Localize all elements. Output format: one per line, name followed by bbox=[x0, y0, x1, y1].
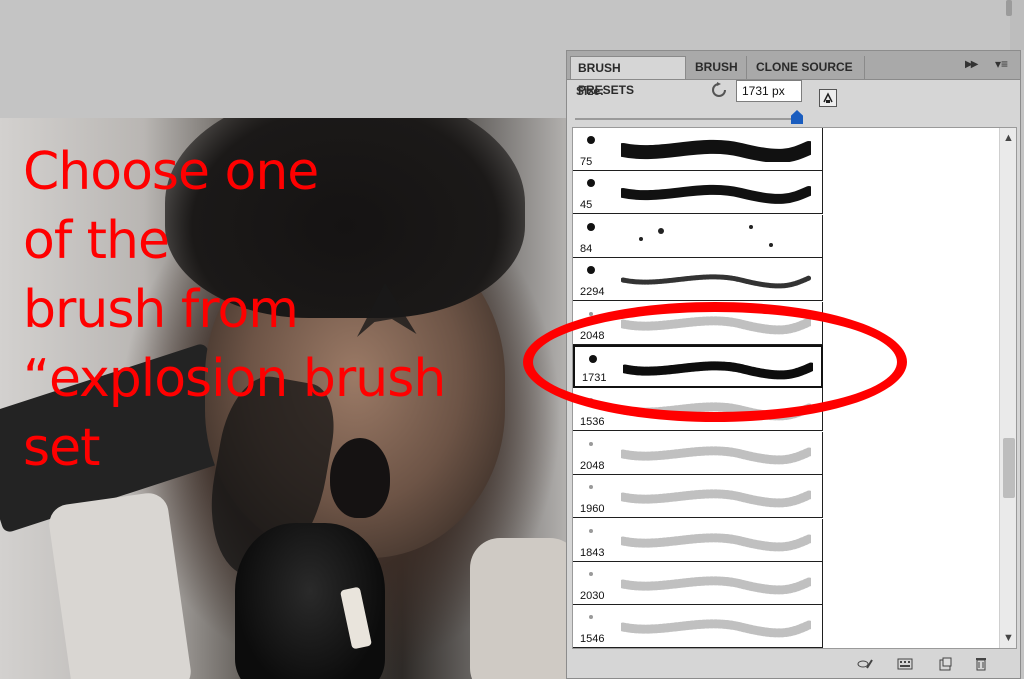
tab-brush-presets[interactable]: BRUSH PRESETS bbox=[570, 56, 686, 97]
preset-size-label: 75 bbox=[580, 156, 593, 168]
preset-stroke-preview bbox=[621, 489, 811, 508]
new-preset-icon[interactable] bbox=[937, 656, 953, 672]
size-slider-thumb[interactable] bbox=[791, 110, 803, 124]
panel-tabbar: BRUSH PRESETS BRUSH CLONE SOURCE ▶▶ ▾≡ bbox=[567, 51, 1020, 97]
preset-size-label: 1546 bbox=[580, 633, 605, 646]
preset-row[interactable]: 45 bbox=[573, 171, 823, 215]
preset-stroke-preview bbox=[621, 446, 811, 465]
preset-tip-icon bbox=[587, 179, 595, 188]
preset-stroke-preview bbox=[621, 619, 811, 638]
panel-footer bbox=[567, 651, 1020, 678]
size-label: Size: bbox=[576, 84, 605, 98]
workspace-scrollbar[interactable] bbox=[1006, 0, 1012, 16]
toggle-brush-panel-icon[interactable] bbox=[857, 656, 873, 672]
selection-highlight-ellipse bbox=[523, 302, 907, 422]
reset-icon[interactable] bbox=[711, 82, 727, 98]
preset-stroke-preview bbox=[621, 576, 811, 595]
scroll-up-icon[interactable]: ▲ bbox=[1003, 132, 1014, 144]
preset-tip-icon bbox=[587, 266, 595, 275]
workspace-edge bbox=[1010, 0, 1024, 50]
preset-tip-icon bbox=[589, 528, 593, 533]
preset-row[interactable]: 1960 bbox=[573, 475, 823, 519]
preset-stroke-preview bbox=[621, 533, 811, 552]
preset-row[interactable]: 1843 bbox=[573, 518, 823, 562]
preset-row[interactable]: 2294 bbox=[573, 258, 823, 302]
tab-clone-source[interactable]: CLONE SOURCE bbox=[749, 56, 865, 79]
preset-stroke-preview bbox=[621, 185, 811, 205]
preset-size-label: 2294 bbox=[580, 286, 605, 299]
preset-size-label: 2048 bbox=[580, 459, 605, 472]
collapse-icon[interactable]: ▶▶ bbox=[965, 59, 978, 70]
brush-settings-icon[interactable] bbox=[897, 656, 913, 672]
preset-stroke-preview bbox=[621, 274, 811, 289]
preset-size-label: 84 bbox=[580, 242, 593, 255]
preset-tip-icon bbox=[589, 441, 593, 446]
create-preset-icon[interactable] bbox=[819, 89, 837, 107]
preset-tip-icon bbox=[587, 136, 595, 144]
preset-tip-icon bbox=[589, 485, 593, 490]
preset-list-scrollbar[interactable]: ▲ ▼ bbox=[999, 128, 1016, 648]
instruction-annotation: Choose one of the brush from “explosion … bbox=[23, 142, 446, 478]
panel-menu-icon[interactable]: ▾≡ bbox=[995, 57, 1008, 71]
preset-size-label: 45 bbox=[580, 199, 593, 212]
preset-size-label: 1536 bbox=[580, 416, 605, 429]
preset-tip-icon bbox=[589, 572, 593, 576]
preset-tip-icon bbox=[589, 615, 593, 620]
preset-row[interactable]: 75 bbox=[573, 128, 823, 171]
preset-row[interactable]: 2048 bbox=[573, 431, 823, 475]
delete-icon[interactable] bbox=[973, 656, 989, 672]
tab-brush[interactable]: BRUSH bbox=[688, 56, 747, 79]
preset-size-label: 1960 bbox=[580, 503, 605, 516]
photo-shirt-right bbox=[470, 538, 575, 679]
preset-size-label: 2030 bbox=[580, 590, 605, 602]
size-input[interactable] bbox=[736, 80, 802, 102]
preset-size-label: 1843 bbox=[580, 546, 605, 559]
preset-row[interactable]: 84 bbox=[573, 214, 823, 258]
preset-row[interactable]: 1546 bbox=[573, 605, 823, 648]
scroll-thumb[interactable] bbox=[1003, 438, 1015, 498]
photo-shirt-left bbox=[46, 490, 194, 679]
preset-tip-icon bbox=[587, 222, 595, 231]
preset-stroke-preview bbox=[639, 224, 773, 247]
scroll-down-icon[interactable]: ▼ bbox=[1003, 632, 1014, 644]
preset-row[interactable]: 2030 bbox=[573, 562, 823, 605]
size-slider-track[interactable] bbox=[575, 118, 797, 120]
preset-stroke-preview bbox=[621, 139, 811, 162]
